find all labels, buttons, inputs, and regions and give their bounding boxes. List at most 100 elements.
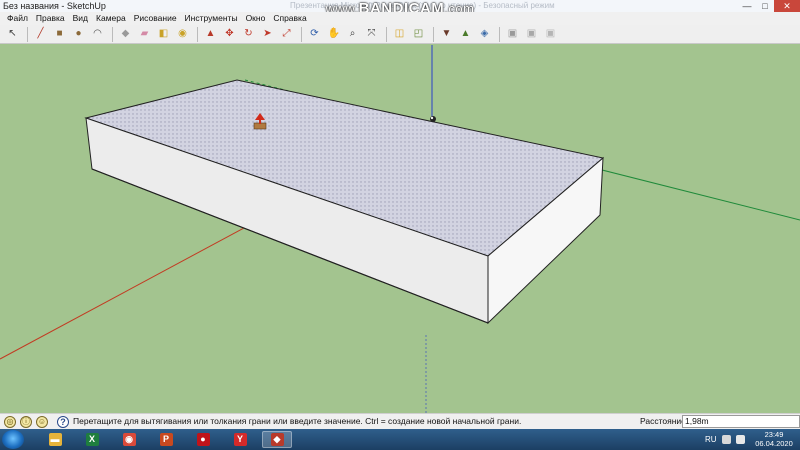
drawing-viewport[interactable] bbox=[0, 45, 800, 413]
section-plane-tool-button[interactable]: ◫ bbox=[391, 26, 408, 42]
style-tool-2-icon: ▣ bbox=[526, 28, 537, 39]
style-tool-1-button[interactable]: ▣ bbox=[504, 26, 521, 42]
move-tool-icon: ✥ bbox=[225, 28, 234, 39]
select-tool-button[interactable]: ↖ bbox=[4, 26, 21, 42]
start-button[interactable] bbox=[2, 430, 24, 449]
help-icon[interactable]: ? bbox=[57, 416, 69, 428]
powerpoint-icon: P bbox=[159, 433, 173, 446]
follow-me-tool-icon: ➤ bbox=[263, 28, 272, 39]
toolbar-separator bbox=[197, 26, 198, 42]
clock-date: 06.04.2020 bbox=[755, 439, 793, 448]
style-tool-3-button[interactable]: ▣ bbox=[542, 26, 559, 42]
toolbar-separator bbox=[499, 26, 500, 42]
chrome-icon: ◉ bbox=[122, 433, 136, 446]
rectangle-tool-button[interactable]: ■ bbox=[51, 26, 68, 42]
taskbar-chrome[interactable]: ◉ bbox=[114, 431, 144, 448]
menu-camera[interactable]: Камера bbox=[92, 12, 130, 25]
make-component-tool-icon: ◆ bbox=[121, 28, 130, 39]
share-model-tool-button[interactable]: ▲ bbox=[457, 26, 474, 42]
taskbar-yandex-browser[interactable]: Y bbox=[225, 431, 255, 448]
follow-me-tool-button[interactable]: ➤ bbox=[259, 26, 276, 42]
section-plane-tool-icon: ◫ bbox=[394, 28, 405, 39]
menu-help[interactable]: Справка bbox=[269, 12, 310, 25]
push-pull-tool-icon: ▲ bbox=[205, 28, 216, 39]
toolbar-separator bbox=[386, 26, 387, 42]
clock-time: 23:49 bbox=[764, 430, 784, 439]
taskbar-explorer[interactable]: ▬ bbox=[40, 431, 70, 448]
measurements-input[interactable]: 1,98m bbox=[682, 415, 800, 428]
pan-tool-button[interactable]: ✋ bbox=[325, 26, 342, 42]
zoom-extents-tool-button[interactable]: ⤧ bbox=[363, 26, 380, 42]
share-model-tool-icon: ▲ bbox=[460, 28, 471, 39]
move-tool-button[interactable]: ✥ bbox=[221, 26, 238, 42]
eraser-tool-button[interactable]: ▰ bbox=[136, 26, 153, 42]
zoom-tool-button[interactable]: ⌕ bbox=[344, 26, 361, 42]
arc-tool-icon: ◠ bbox=[93, 28, 102, 39]
extension-warehouse-tool-icon: ◈ bbox=[480, 28, 489, 39]
scale-tool-button[interactable]: ⤢ bbox=[278, 26, 295, 42]
style-tool-1-icon: ▣ bbox=[507, 28, 518, 39]
toolbar-separator bbox=[301, 26, 302, 42]
line-tool-button[interactable]: ╱ bbox=[32, 26, 49, 42]
geo-location-icon[interactable]: ◎ bbox=[4, 416, 16, 428]
menu-bar: Файл Правка Вид Камера Рисование Инструм… bbox=[0, 12, 800, 25]
menu-draw[interactable]: Рисование bbox=[130, 12, 181, 25]
rotate-tool-icon: ↻ bbox=[244, 28, 253, 39]
taskbar-bandicam[interactable]: ● bbox=[188, 431, 218, 448]
extension-warehouse-tool-button[interactable]: ◈ bbox=[476, 26, 493, 42]
toolbar-separator bbox=[27, 26, 28, 42]
model-origin-marker-icon bbox=[430, 116, 436, 122]
taskbar-sketchup[interactable]: ◆ bbox=[262, 431, 292, 448]
rotate-tool-button[interactable]: ↻ bbox=[240, 26, 257, 42]
tape-measure-tool-button[interactable]: ◧ bbox=[155, 26, 172, 42]
pan-tool-icon: ✋ bbox=[327, 28, 340, 39]
push-pull-tool-button[interactable]: ▲ bbox=[202, 26, 219, 42]
toolbar-separator bbox=[112, 26, 113, 42]
orbit-tool-icon: ⟳ bbox=[310, 28, 319, 39]
sketchup-window: Без названия - SketchUp Презентация Micr… bbox=[0, 0, 800, 450]
orbit-tool-button[interactable]: ⟳ bbox=[306, 26, 323, 42]
tape-measure-tool-icon: ◧ bbox=[158, 28, 169, 39]
bandicam-icon: ● bbox=[196, 433, 210, 446]
make-component-tool-button[interactable]: ◆ bbox=[117, 26, 134, 42]
measurements-label: Расстояние bbox=[640, 416, 686, 426]
volume-icon[interactable] bbox=[736, 435, 745, 444]
add-location-tool-button[interactable]: ◰ bbox=[410, 26, 427, 42]
sketchup-icon: ◆ bbox=[270, 433, 284, 446]
credits-icon[interactable]: ⓘ bbox=[20, 416, 32, 428]
add-location-tool-icon: ◰ bbox=[413, 28, 424, 39]
select-tool-icon: ↖ bbox=[8, 28, 17, 39]
taskbar-excel[interactable]: X bbox=[77, 431, 107, 448]
menu-tools[interactable]: Инструменты bbox=[181, 12, 242, 25]
model-scene[interactable] bbox=[0, 45, 800, 413]
style-tool-2-button[interactable]: ▣ bbox=[523, 26, 540, 42]
network-icon[interactable] bbox=[722, 435, 731, 444]
style-tool-3-icon: ▣ bbox=[545, 28, 556, 39]
main-toolbar: ↖ ╱ ■ ● ◠ ◆ ▰ ◧ ◉ ▲ ✥ ↻ ➤ ⤢ ⟳ ✋ ⌕ ⤧ ◫ ◰ ▼ ▲ ◈ ▣ ▣ ▣ bbox=[0, 25, 800, 44]
menu-edit[interactable]: Правка bbox=[32, 12, 69, 25]
user-icon[interactable]: ☺ bbox=[36, 416, 48, 428]
scale-tool-icon: ⤢ bbox=[282, 28, 291, 39]
get-models-tool-icon: ▼ bbox=[441, 28, 452, 39]
system-clock[interactable]: 23:49 06.04.2020 bbox=[752, 430, 796, 448]
rectangle-tool-icon: ■ bbox=[56, 28, 63, 39]
toolbar-separator bbox=[433, 26, 434, 42]
status-bar: ◎ ⓘ ☺ ? Перетащите для вытягивания или т… bbox=[0, 413, 800, 429]
yandex-browser-icon: Y bbox=[233, 433, 247, 446]
arc-tool-button[interactable]: ◠ bbox=[89, 26, 106, 42]
zoom-tool-icon: ⌕ bbox=[349, 28, 356, 39]
get-models-tool-button[interactable]: ▼ bbox=[438, 26, 455, 42]
circle-tool-icon: ● bbox=[75, 28, 82, 39]
circle-tool-button[interactable]: ● bbox=[70, 26, 87, 42]
zoom-extents-tool-icon: ⤧ bbox=[367, 28, 376, 39]
taskbar-powerpoint[interactable]: P bbox=[151, 431, 181, 448]
menu-view[interactable]: Вид bbox=[69, 12, 92, 25]
windows-taskbar: ▬ X ◉ P ● Y ◆ RU 23:49 06.04.2020 bbox=[0, 429, 800, 450]
excel-icon: X bbox=[85, 433, 99, 446]
paint-bucket-tool-button[interactable]: ◉ bbox=[174, 26, 191, 42]
menu-file[interactable]: Файл bbox=[3, 12, 32, 25]
language-indicator[interactable]: RU bbox=[705, 429, 717, 450]
paint-bucket-tool-icon: ◉ bbox=[178, 28, 187, 39]
menu-window[interactable]: Окно bbox=[242, 12, 270, 25]
eraser-tool-icon: ▰ bbox=[140, 28, 149, 39]
